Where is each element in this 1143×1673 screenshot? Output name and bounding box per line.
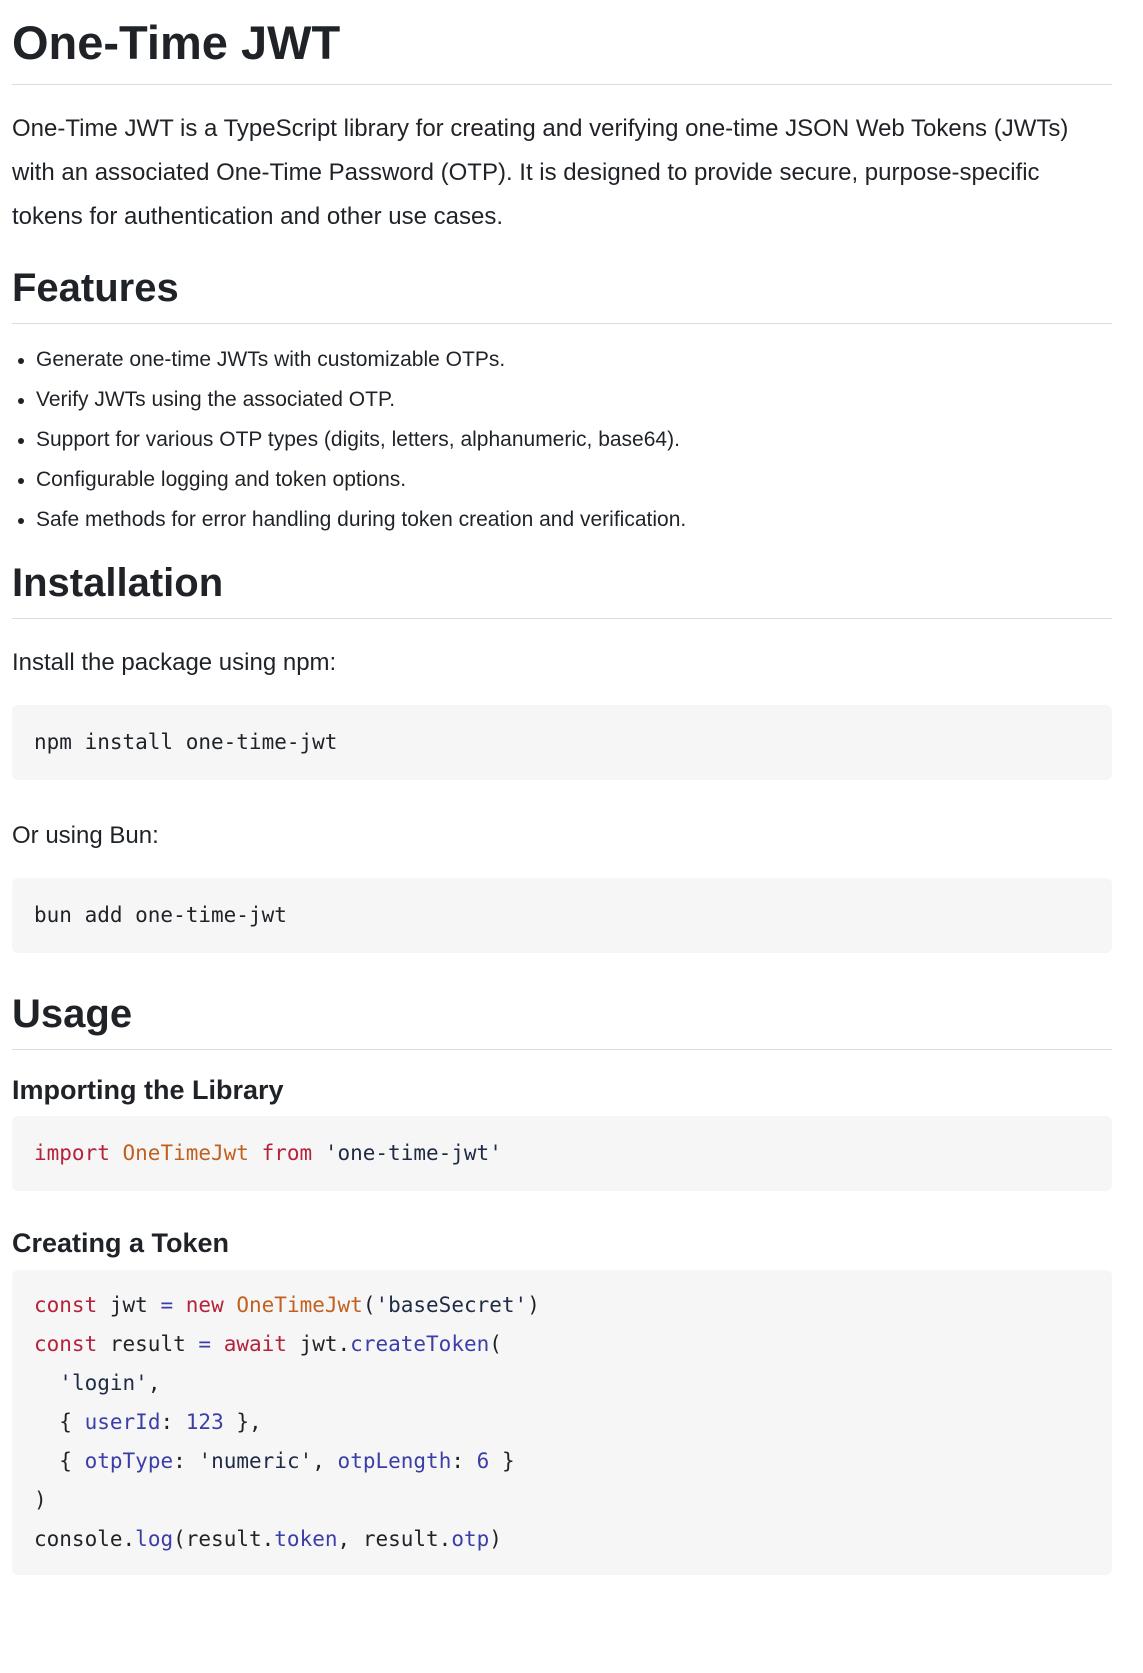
code-class: OneTimeJwt xyxy=(236,1292,363,1317)
code-punct: ) xyxy=(527,1292,540,1317)
import-code-block[interactable]: import OneTimeJwt from 'one-time-jwt' xyxy=(12,1116,1112,1192)
code-punct: . xyxy=(438,1526,452,1551)
usage-divider xyxy=(12,1049,1112,1051)
code-number: 123 xyxy=(185,1409,224,1434)
keyword-from: from xyxy=(261,1141,313,1166)
code-string: 'baseSecret' xyxy=(375,1292,528,1317)
code-punct: { xyxy=(59,1409,72,1434)
code-method: log xyxy=(135,1526,174,1551)
intro-paragraph: One-Time JWT is a TypeScript library for… xyxy=(12,115,1069,231)
creating-heading: Creating a Token xyxy=(12,1228,230,1259)
code-identifier: jwt xyxy=(109,1292,148,1317)
code-identifier: jwt xyxy=(299,1331,338,1356)
code-identifier: result xyxy=(109,1331,186,1356)
code-punct: ( xyxy=(362,1292,376,1317)
code-property: userId xyxy=(84,1409,161,1434)
code-identifier: console xyxy=(34,1526,123,1551)
code-identifier: result xyxy=(362,1526,439,1551)
code-keyword: const xyxy=(34,1292,98,1317)
module-string: 'one-time-jwt' xyxy=(324,1141,502,1166)
code-property: otpType xyxy=(84,1448,174,1473)
code-string: 'numeric' xyxy=(198,1448,313,1473)
code-keyword: const xyxy=(34,1331,98,1356)
npm-instruction: Install the package using npm: xyxy=(12,649,337,677)
code-operator: = xyxy=(198,1331,212,1356)
code-punct: }, xyxy=(236,1409,262,1434)
class-name: OneTimeJwt xyxy=(122,1141,249,1166)
list-item: Verify JWTs using the associated OTP. xyxy=(36,380,1112,420)
features-divider xyxy=(12,323,1112,325)
bun-command: bun add one-time-jwt xyxy=(34,903,287,928)
code-property: token xyxy=(274,1526,338,1551)
list-item: Configurable logging and token options. xyxy=(36,460,1112,500)
code-method: createToken xyxy=(350,1331,490,1356)
code-string: 'login' xyxy=(59,1370,148,1395)
code-punct: ) xyxy=(489,1526,502,1551)
create-token-code-block[interactable]: const jwt = new OneTimeJwt('baseSecret')… xyxy=(12,1269,1112,1575)
features-list: Generate one-time JWTs with customizable… xyxy=(12,340,1112,540)
title-divider xyxy=(12,84,1112,86)
code-punct: . xyxy=(337,1331,351,1356)
keyword-import: import xyxy=(34,1141,110,1166)
bun-code-block[interactable]: bun add one-time-jwt xyxy=(12,878,1112,954)
usage-heading: Usage xyxy=(12,992,133,1037)
npm-command: npm install one-time-jwt xyxy=(34,730,338,755)
list-item: Generate one-time JWTs with customizable… xyxy=(36,340,1112,380)
code-punct: : xyxy=(160,1409,174,1434)
code-punct: . xyxy=(122,1526,136,1551)
code-punct: , xyxy=(147,1370,161,1395)
code-property: otp xyxy=(451,1526,490,1551)
installation-divider xyxy=(12,618,1112,620)
importing-heading: Importing the Library xyxy=(12,1075,284,1106)
code-keyword: await xyxy=(223,1331,287,1356)
code-punct: { xyxy=(59,1448,72,1473)
code-punct: ) xyxy=(34,1487,47,1512)
code-punct: : xyxy=(173,1448,186,1473)
code-punct: : xyxy=(451,1448,464,1473)
code-punct: } xyxy=(501,1448,515,1473)
code-punct: ( xyxy=(489,1331,502,1356)
code-punct: , xyxy=(312,1448,325,1473)
code-identifier: result xyxy=(185,1526,262,1551)
page-title: One-Time JWT xyxy=(12,16,341,69)
list-item: Safe methods for error handling during t… xyxy=(36,500,1112,540)
bun-instruction: Or using Bun: xyxy=(12,822,159,850)
installation-heading: Installation xyxy=(12,561,224,606)
features-heading: Features xyxy=(12,266,179,311)
code-keyword: new xyxy=(185,1292,224,1317)
code-property: otpLength xyxy=(337,1448,452,1473)
code-punct: , xyxy=(337,1526,351,1551)
readme-page: One-Time JWT One-Time JWT is a TypeScrip… xyxy=(0,0,1143,1575)
readme-content: One-Time JWT One-Time JWT is a TypeScrip… xyxy=(12,0,1112,1575)
code-punct: ( xyxy=(173,1526,186,1551)
list-item: Support for various OTP types (digits, l… xyxy=(36,420,1112,460)
code-number: 6 xyxy=(476,1448,490,1473)
npm-code-block[interactable]: npm install one-time-jwt xyxy=(12,705,1112,781)
code-operator: = xyxy=(160,1292,174,1317)
code-punct: . xyxy=(261,1526,275,1551)
